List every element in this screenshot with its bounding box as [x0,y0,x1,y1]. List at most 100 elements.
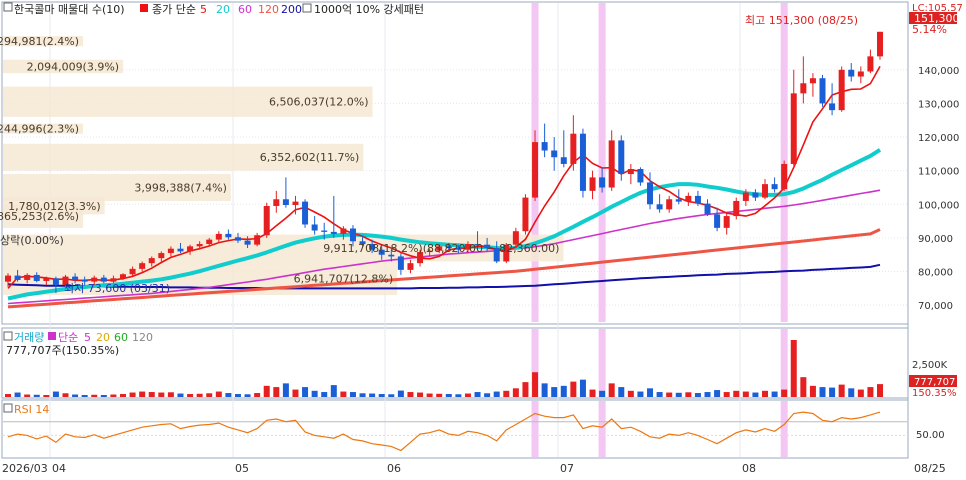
volume-bar [589,389,596,397]
volume-bar [273,387,280,397]
volume-bar [800,377,807,397]
candle-body [589,177,596,191]
ma-period-60: 60 [238,3,252,16]
highlight-band [598,401,606,457]
volume-profile-label: 1,294,981(2.4%) [0,35,79,48]
candle-body [704,203,711,215]
volume-bar [742,391,749,397]
candle-body [148,258,155,264]
price-tick-label: 120,000 [918,133,959,144]
volume-profile-title: 1000억 10% 강세패턴 [314,3,424,16]
volume-bar [139,391,146,397]
highlight-band [598,3,606,322]
volume-bar [321,392,328,397]
volume-bar [225,393,232,397]
volume-bar [647,388,654,397]
candle-body [541,142,548,151]
volume-profile-label: 3,998,388(7.4%) [134,181,227,194]
candle-body [5,275,11,282]
volume-bar [330,385,337,397]
candle-body [311,224,318,231]
candle-body [733,200,740,217]
date-tick-label: 04 [52,462,66,475]
candle-body [52,278,59,286]
highlight-band [531,401,539,457]
volume-bar [503,390,510,397]
volume-bar [762,390,769,397]
volume-bar [282,383,289,397]
volume-bar [5,394,11,397]
volume-bar [100,395,107,397]
indicator-title: 한국콜마 매물대 수(10) [14,3,125,16]
date-tick-label: 06 [387,462,401,475]
price-tick-label: 110,000 [918,167,959,178]
volume-bar [809,385,816,397]
candle-body [608,140,615,188]
volume-bar [397,390,404,397]
volume-bar [493,391,500,397]
candle-body [723,216,730,228]
volume-bar [445,394,452,397]
volume-ma-120: 120 [132,331,153,344]
volume-bar [579,379,586,397]
date-tick-label: 05 [235,462,249,475]
volume-bar [81,395,88,397]
candle-body [292,201,299,205]
volume-bar [417,392,424,397]
volume-bar [426,393,433,397]
volume-profile-label: 2,094,009(3.9%) [27,60,120,73]
candle-body [570,133,577,164]
volume-bar [675,392,682,397]
volume-bar [771,391,778,397]
candle-body [129,268,136,275]
candle-body [714,214,721,228]
price-tick-label: 90,000 [918,234,953,245]
candle-body [867,56,874,72]
ma-period-5: 5 [200,3,207,16]
highlight-band [598,329,606,397]
volume-bar [637,391,644,397]
volume-axis-tick: 2,500K [912,360,948,371]
ma-period-20: 20 [216,3,230,16]
candle-body [24,274,31,280]
volume-profile-label: 1,244,996(2.3%) [0,123,79,136]
volume-bar [838,384,845,397]
candle-body [407,263,414,270]
volume-bar [234,394,241,397]
volume-bar [455,394,462,397]
candle-body [800,83,807,94]
stock-chart[interactable]: 1,294,981(2.4%) 2,094,009(3.9%) 6,506,037(… [0,0,966,480]
volume-bar [196,393,203,397]
volume-bar [14,392,21,397]
rsi-axis-tick: 50.00 [916,430,945,441]
volume-bar [522,382,529,397]
volume-bar [254,393,261,397]
candle-body [302,201,309,225]
candle-body [119,274,126,279]
volume-profile-label: 1,780,012(3.3%) [8,200,101,213]
candle-body [742,192,749,201]
volume-bar [723,392,730,397]
volume-bar [618,387,625,397]
high-annotation: 최고 151,300 (08/25) [745,14,858,27]
highlight-band [780,329,788,397]
candle-body [694,195,701,204]
candle-body [206,239,213,244]
volume-bar [349,392,356,397]
candle-body [215,233,222,240]
volume-bar [359,393,366,397]
candle-body [762,184,769,198]
candle-body [618,140,625,175]
volume-badge-text: 777,707 [914,377,955,388]
volume-bar [302,387,309,397]
candle-body [522,197,529,232]
candle-body [560,157,567,164]
volume-bar [781,389,788,397]
volume-bar [819,387,826,397]
volume-ma-5: 5 [84,331,91,344]
volume-bar [474,392,481,397]
volume-profile-label: 9,911,708(18.2%)(88,820.00 ~ 82,360.00) [323,242,559,255]
candle-body [244,240,251,245]
candle-body [33,274,40,281]
volume-bar [62,393,69,397]
